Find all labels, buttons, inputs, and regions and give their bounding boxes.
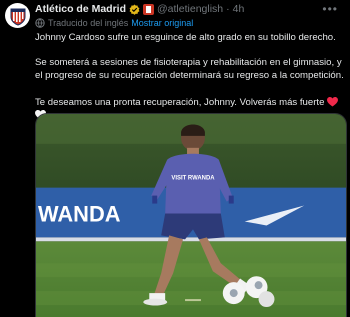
red-heart-icon (327, 96, 339, 107)
banner-text: WANDA (38, 201, 121, 226)
translation-line: Traducido del inglés Mostrar original (35, 17, 193, 29)
avatar[interactable] (5, 3, 30, 28)
more-icon[interactable]: ••• (322, 2, 338, 16)
author-line: Atlético de Madrid @atletienglish · 4h (35, 2, 244, 16)
tweet-paragraph-text: Te deseamos una pronta recuperación, Joh… (35, 96, 325, 108)
author-handle[interactable]: @atletienglish (157, 3, 223, 15)
atletico-crest-icon (10, 8, 25, 26)
tweet[interactable]: Atlético de Madrid @atletienglish · 4h •… (0, 0, 350, 317)
timestamp[interactable]: 4h (233, 3, 245, 15)
tweet-paragraph: Se someterá a sesiones de fisioterapia y… (35, 57, 344, 82)
affiliation-badge[interactable] (143, 3, 155, 15)
tweet-photo[interactable]: WANDA VISIT RWANDA (35, 113, 347, 317)
translation-label: Traducido del inglés (48, 18, 129, 28)
show-original-link[interactable]: Mostrar original (131, 18, 193, 28)
gold-check-badge-icon (129, 3, 140, 15)
translate-icon (35, 18, 45, 28)
training-photo: WANDA VISIT RWANDA (36, 114, 346, 317)
author-name[interactable]: Atlético de Madrid (35, 3, 126, 15)
tweet-paragraph: Johnny Cardoso sufre un esguince de alto… (35, 32, 336, 43)
separator-dot: · (226, 3, 230, 15)
shirt-text: VISIT RWANDA (171, 176, 215, 182)
